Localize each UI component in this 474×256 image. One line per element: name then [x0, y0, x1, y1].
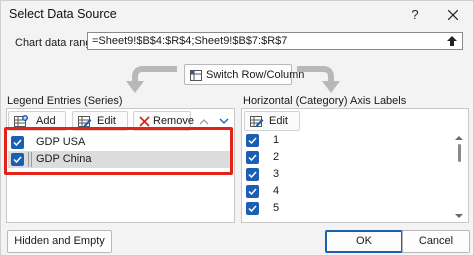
help-button[interactable]: ? — [405, 5, 425, 25]
category-row-3[interactable]: 3 — [243, 166, 448, 183]
collapse-up-arrow-icon — [447, 36, 457, 46]
switch-grid-icon — [190, 70, 202, 81]
dialog-title: Select Data Source — [9, 7, 117, 21]
scroll-down-arrow-icon[interactable] — [455, 213, 463, 219]
category-row-4[interactable]: 4 — [243, 183, 448, 200]
category-checkbox[interactable] — [246, 168, 259, 181]
cancel-button[interactable]: Cancel — [402, 230, 470, 253]
title-bar: Select Data Source ? — [1, 1, 473, 29]
hidden-empty-cells-button[interactable]: Hidden and Empty Cells — [7, 230, 112, 253]
chart-data-range-input[interactable]: =Sheet9!$B$4:$R$4;Sheet9!$B$7:$R$7 — [87, 32, 463, 50]
category-checkbox[interactable] — [246, 134, 259, 147]
range-collapse-button[interactable] — [443, 33, 461, 49]
chevron-down-icon — [219, 118, 229, 124]
category-checkbox[interactable] — [246, 151, 259, 164]
add-series-label: Add — [36, 115, 56, 127]
edit-category-label: Edit — [269, 115, 288, 127]
scrollbar-thumb[interactable] — [458, 144, 461, 162]
category-label: 5 — [273, 202, 280, 214]
close-button[interactable] — [441, 5, 465, 25]
category-row-1[interactable]: 1 — [243, 132, 448, 149]
category-checkbox[interactable] — [246, 202, 259, 215]
checkmark-icon — [248, 154, 257, 161]
legend-entries-heading: Legend Entries (Series) — [7, 95, 123, 107]
category-axis-heading: Horizontal (Category) Axis Labels — [243, 95, 407, 107]
edit-table-icon — [250, 116, 264, 127]
close-icon — [448, 10, 458, 20]
curved-arrow-right-icon — [297, 66, 340, 93]
checkmark-icon — [248, 137, 257, 144]
checkmark-icon — [248, 171, 257, 178]
edit-series-label: Edit — [97, 115, 116, 127]
curved-arrow-left-icon — [126, 66, 177, 93]
category-label: 1 — [273, 134, 280, 146]
select-data-source-dialog: Select Data Source ? Chart data range: =… — [0, 0, 474, 256]
checkmark-icon — [248, 188, 257, 195]
category-checkbox[interactable] — [246, 185, 259, 198]
category-row-2[interactable]: 2 — [243, 149, 448, 166]
category-label: 4 — [273, 185, 280, 197]
switch-row-column-label: Switch Row/Column — [206, 69, 305, 81]
ok-button[interactable]: OK — [325, 230, 403, 253]
remove-x-icon — [139, 116, 150, 127]
checkmark-icon — [248, 205, 257, 212]
category-label: 3 — [273, 168, 280, 180]
switch-row-column-button[interactable]: Switch Row/Column — [184, 64, 304, 85]
category-row-5[interactable]: 5 — [243, 200, 448, 217]
chevron-up-icon — [199, 119, 209, 125]
scroll-up-arrow-icon[interactable] — [455, 135, 463, 141]
series-highlight-annotation — [4, 127, 233, 175]
edit-category-button[interactable]: Edit — [244, 111, 300, 131]
remove-series-label: Remove — [153, 115, 194, 127]
category-label: 2 — [273, 151, 280, 163]
